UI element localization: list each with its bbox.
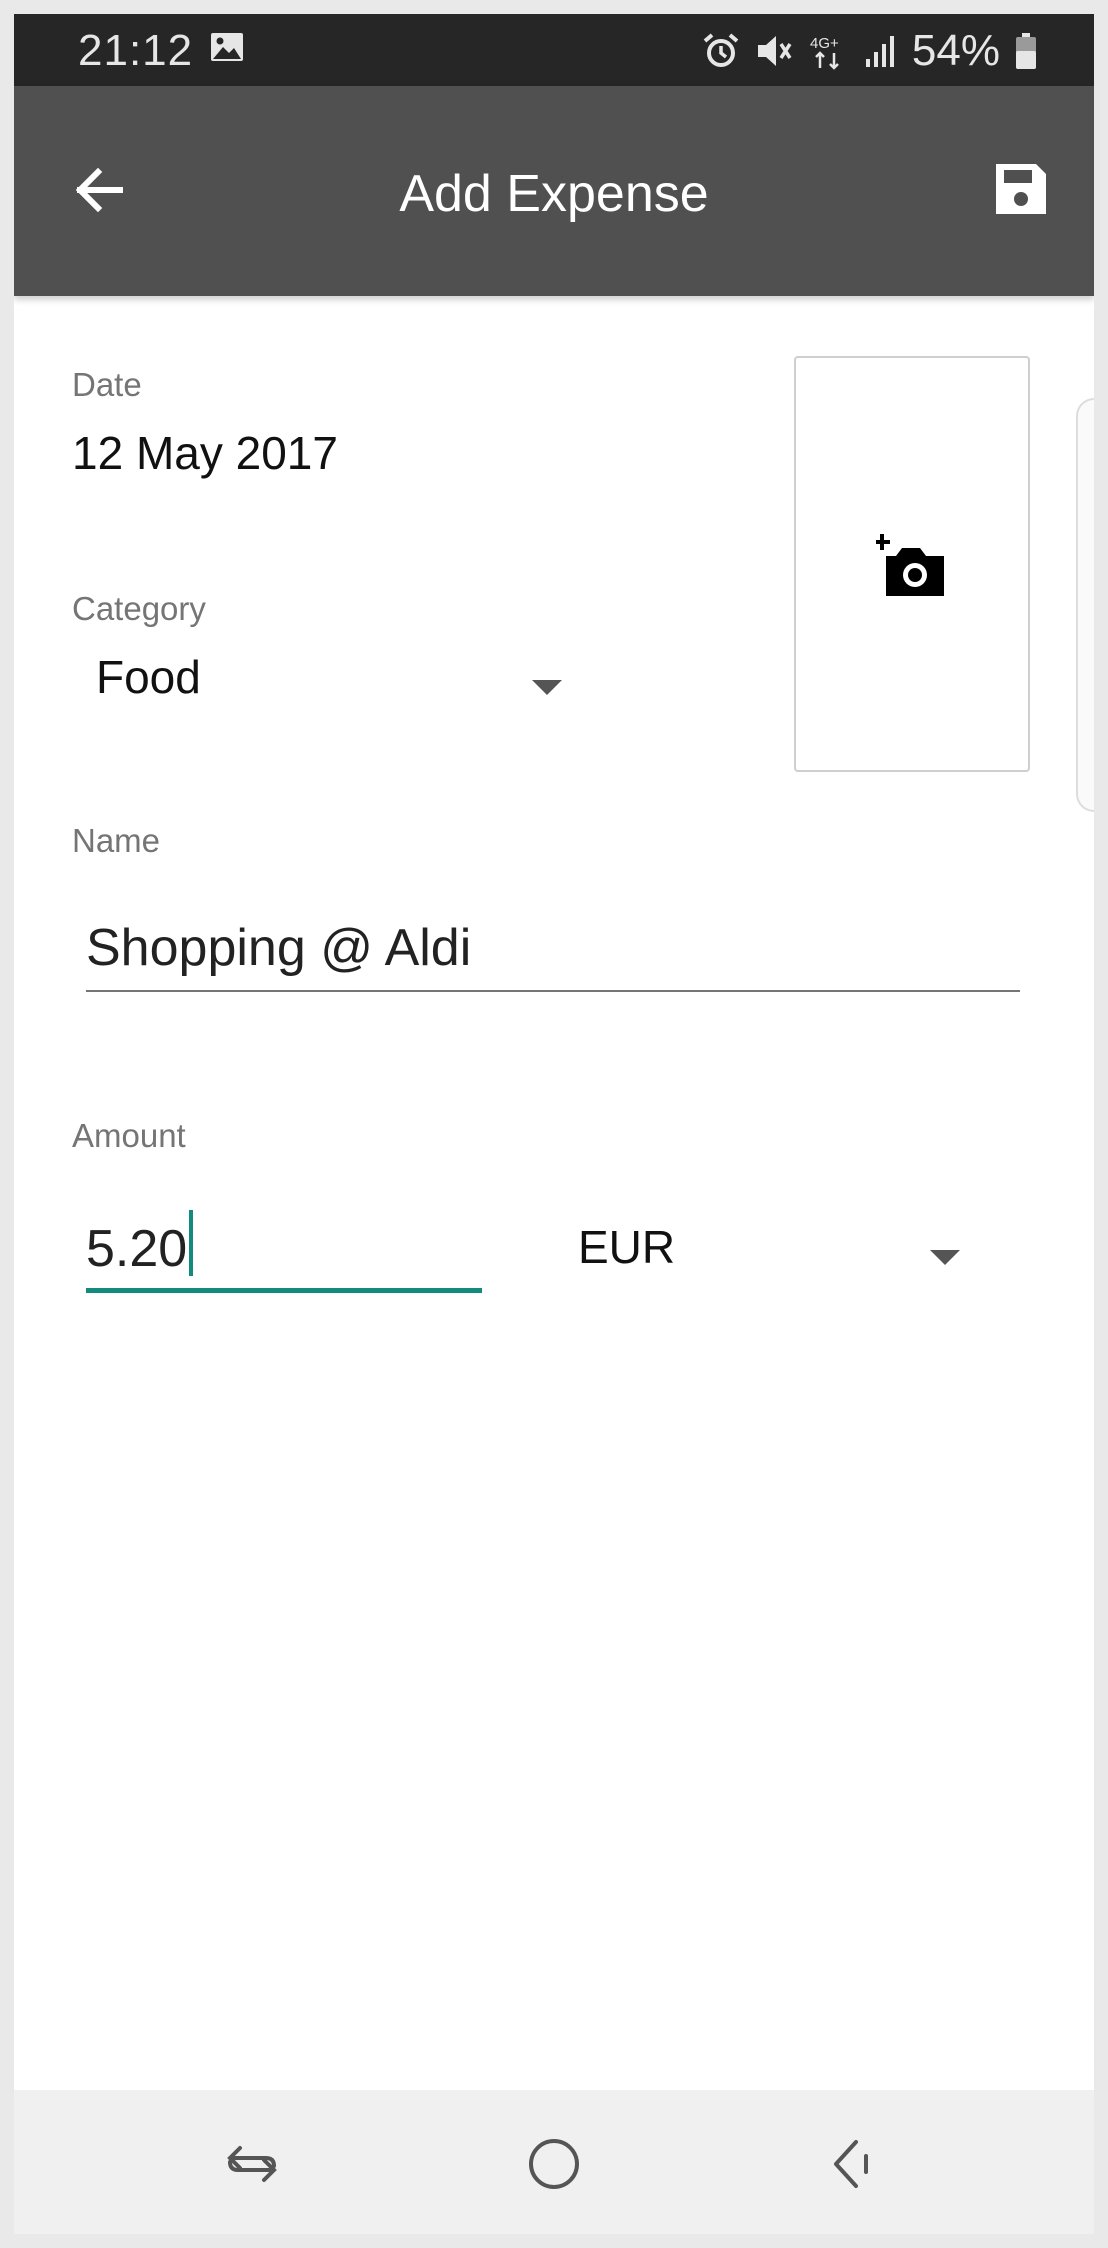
alarm-icon: [703, 33, 739, 67]
add-a-photo-icon: [876, 534, 944, 596]
signal-icon: [865, 36, 894, 67]
svg-text:4G+: 4G+: [810, 35, 839, 52]
status-bar: 21:12 4G+ 54%: [14, 14, 1094, 86]
device-frame: 21:12 4G+ 54% Add Expense Date 12 May 20…: [0, 0, 1108, 2248]
network-4g-icon: 4G+: [810, 35, 839, 70]
chevron-down-icon: [930, 1250, 960, 1265]
mute-icon: [757, 36, 792, 66]
back-icon[interactable]: [826, 2134, 886, 2194]
app-bar: Add Expense: [14, 86, 1094, 296]
name-label: Name: [72, 822, 161, 859]
page-title: Add Expense: [399, 165, 709, 223]
system-nav-bar: [14, 2090, 1094, 2234]
category-label: Category: [72, 590, 206, 627]
currency-selected-value: EUR: [578, 1221, 676, 1273]
amount-value: 5.20: [86, 1220, 188, 1278]
text-cursor: [189, 1210, 194, 1276]
name-input-underline: [86, 990, 1020, 992]
date-label: Date: [72, 366, 142, 403]
battery-icon: [1016, 33, 1036, 69]
screen: 21:12 4G+ 54% Add Expense Date 12 May 20…: [14, 14, 1094, 2234]
status-icons: 4G+ 54%: [702, 26, 1038, 76]
currency-dropdown[interactable]: EUR: [578, 1220, 998, 1300]
recents-icon[interactable]: [222, 2134, 282, 2194]
category-selected-value: Food: [96, 651, 201, 703]
gallery-icon: [211, 33, 243, 61]
status-time: 21:12: [78, 26, 194, 75]
date-value[interactable]: 12 May 2017: [72, 426, 338, 480]
chevron-down-icon: [532, 680, 562, 695]
amount-input-underline: [86, 1288, 482, 1293]
home-icon[interactable]: [524, 2134, 584, 2194]
name-input[interactable]: Shopping @ Aldi: [86, 918, 1020, 988]
amount-label: Amount: [72, 1117, 186, 1154]
amount-input[interactable]: 5.20: [86, 1210, 482, 1290]
category-dropdown[interactable]: Food: [72, 650, 592, 730]
side-drawer-handle[interactable]: [1076, 398, 1094, 812]
floppy-disk-icon[interactable]: [992, 160, 1050, 218]
battery-percent: 54%: [911, 26, 1000, 75]
add-photo-button[interactable]: [794, 356, 1030, 772]
